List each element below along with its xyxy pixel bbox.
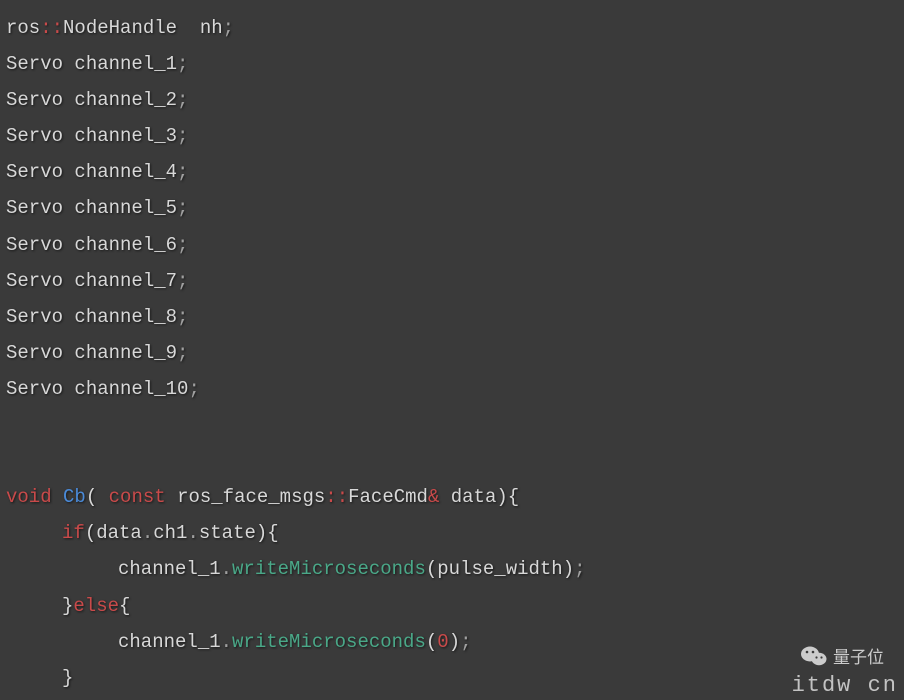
token-arg: pulse_width xyxy=(437,558,562,580)
token-scope: :: xyxy=(325,486,348,508)
token-var: channel_1 xyxy=(118,558,221,580)
token-dot: . xyxy=(221,631,232,653)
token-var: channel_5 xyxy=(74,197,177,219)
token-keyword: else xyxy=(73,595,119,617)
code-line: } xyxy=(6,660,898,696)
token-var: channel_7 xyxy=(74,270,177,292)
token-type: Servo xyxy=(6,53,63,75)
code-line: channel_1.writeMicroseconds(0); xyxy=(6,624,898,660)
code-line: Servo channel_2; xyxy=(6,82,898,118)
token-semicolon: ; xyxy=(223,17,234,39)
token-type: Servo xyxy=(6,378,63,400)
token-semicolon: ; xyxy=(460,631,471,653)
token-var: channel_1 xyxy=(118,631,221,653)
token-type-var: NodeHandle nh xyxy=(63,17,223,39)
token-brace: { xyxy=(119,595,130,617)
token-namespace: ros xyxy=(6,17,40,39)
code-line: Servo channel_5; xyxy=(6,190,898,226)
token-var: channel_1 xyxy=(74,53,177,75)
token-keyword: void xyxy=(6,486,52,508)
token-method: writeMicroseconds xyxy=(232,631,426,653)
code-line: Servo channel_8; xyxy=(6,299,898,335)
token-semicolon: ; xyxy=(188,378,199,400)
token-brace: } xyxy=(62,595,73,617)
token-member: ch1 xyxy=(153,522,187,544)
code-blank-line xyxy=(6,407,898,443)
code-line: Servo channel_1; xyxy=(6,46,898,82)
token-paren: ) xyxy=(496,486,507,508)
code-line: Servo channel_7; xyxy=(6,263,898,299)
token-semicolon: ; xyxy=(177,89,188,111)
watermark: 量子位 xyxy=(800,643,884,668)
token-keyword: const xyxy=(109,486,166,508)
token-type: FaceCmd xyxy=(348,486,428,508)
token-semicolon: ; xyxy=(574,558,585,580)
token-semicolon: ; xyxy=(177,270,188,292)
token-member: state xyxy=(199,522,256,544)
token-type: Servo xyxy=(6,270,63,292)
code-line: void Cb( const ros_face_msgs::FaceCmd& d… xyxy=(6,479,898,515)
token-semicolon: ; xyxy=(177,53,188,75)
code-block: ros::NodeHandle nh; Servo channel_1; Ser… xyxy=(6,10,898,696)
token-var: channel_2 xyxy=(74,89,177,111)
token-function-name: Cb xyxy=(63,486,86,508)
token-paren: ( xyxy=(426,631,437,653)
token-var: channel_10 xyxy=(74,378,188,400)
token-paren: ) xyxy=(563,558,574,580)
token-brace: { xyxy=(508,486,519,508)
code-line: channel_1.writeMicroseconds(pulse_width)… xyxy=(6,551,898,587)
token-semicolon: ; xyxy=(177,197,188,219)
token-type: Servo xyxy=(6,161,63,183)
token-brace: { xyxy=(267,522,278,544)
token-var: channel_3 xyxy=(74,125,177,147)
code-line: Servo channel_3; xyxy=(6,118,898,154)
token-type: Servo xyxy=(6,125,63,147)
token-paren: ( xyxy=(426,558,437,580)
token-semicolon: ; xyxy=(177,161,188,183)
code-line: if(data.ch1.state){ xyxy=(6,515,898,551)
wechat-icon xyxy=(800,644,828,668)
code-line: Servo channel_9; xyxy=(6,335,898,371)
watermark-text: 量子位 xyxy=(833,643,884,668)
token-number: 0 xyxy=(437,631,448,653)
token-dot: . xyxy=(221,558,232,580)
code-blank-line xyxy=(6,443,898,479)
token-semicolon: ; xyxy=(177,306,188,328)
code-line: Servo channel_6; xyxy=(6,227,898,263)
token-type: Servo xyxy=(6,197,63,219)
token-var: channel_4 xyxy=(74,161,177,183)
code-line: ros::NodeHandle nh; xyxy=(6,10,898,46)
token-paren: ( xyxy=(85,522,96,544)
token-dot: . xyxy=(142,522,153,544)
code-line: Servo channel_10; xyxy=(6,371,898,407)
token-var: channel_9 xyxy=(74,342,177,364)
token-paren: ) xyxy=(449,631,460,653)
token-semicolon: ; xyxy=(177,125,188,147)
token-type: Servo xyxy=(6,306,63,328)
token-paren: ) xyxy=(256,522,267,544)
token-brace: } xyxy=(62,667,73,689)
token-paren: ( xyxy=(86,486,97,508)
token-keyword: if xyxy=(62,522,85,544)
token-ref: & xyxy=(428,486,439,508)
code-line: }else{ xyxy=(6,588,898,624)
watermark-sub: itdw cn xyxy=(792,673,898,698)
token-type: Servo xyxy=(6,342,63,364)
token-var: data xyxy=(96,522,142,544)
token-semicolon: ; xyxy=(177,234,188,256)
token-method: writeMicroseconds xyxy=(232,558,426,580)
token-scope: :: xyxy=(40,17,63,39)
token-namespace: ros_face_msgs xyxy=(177,486,325,508)
token-var: channel_8 xyxy=(74,306,177,328)
token-type: Servo xyxy=(6,234,63,256)
token-type: Servo xyxy=(6,89,63,111)
token-var: channel_6 xyxy=(74,234,177,256)
token-param: data xyxy=(451,486,497,508)
token-semicolon: ; xyxy=(177,342,188,364)
token-dot: . xyxy=(187,522,198,544)
code-line: Servo channel_4; xyxy=(6,154,898,190)
